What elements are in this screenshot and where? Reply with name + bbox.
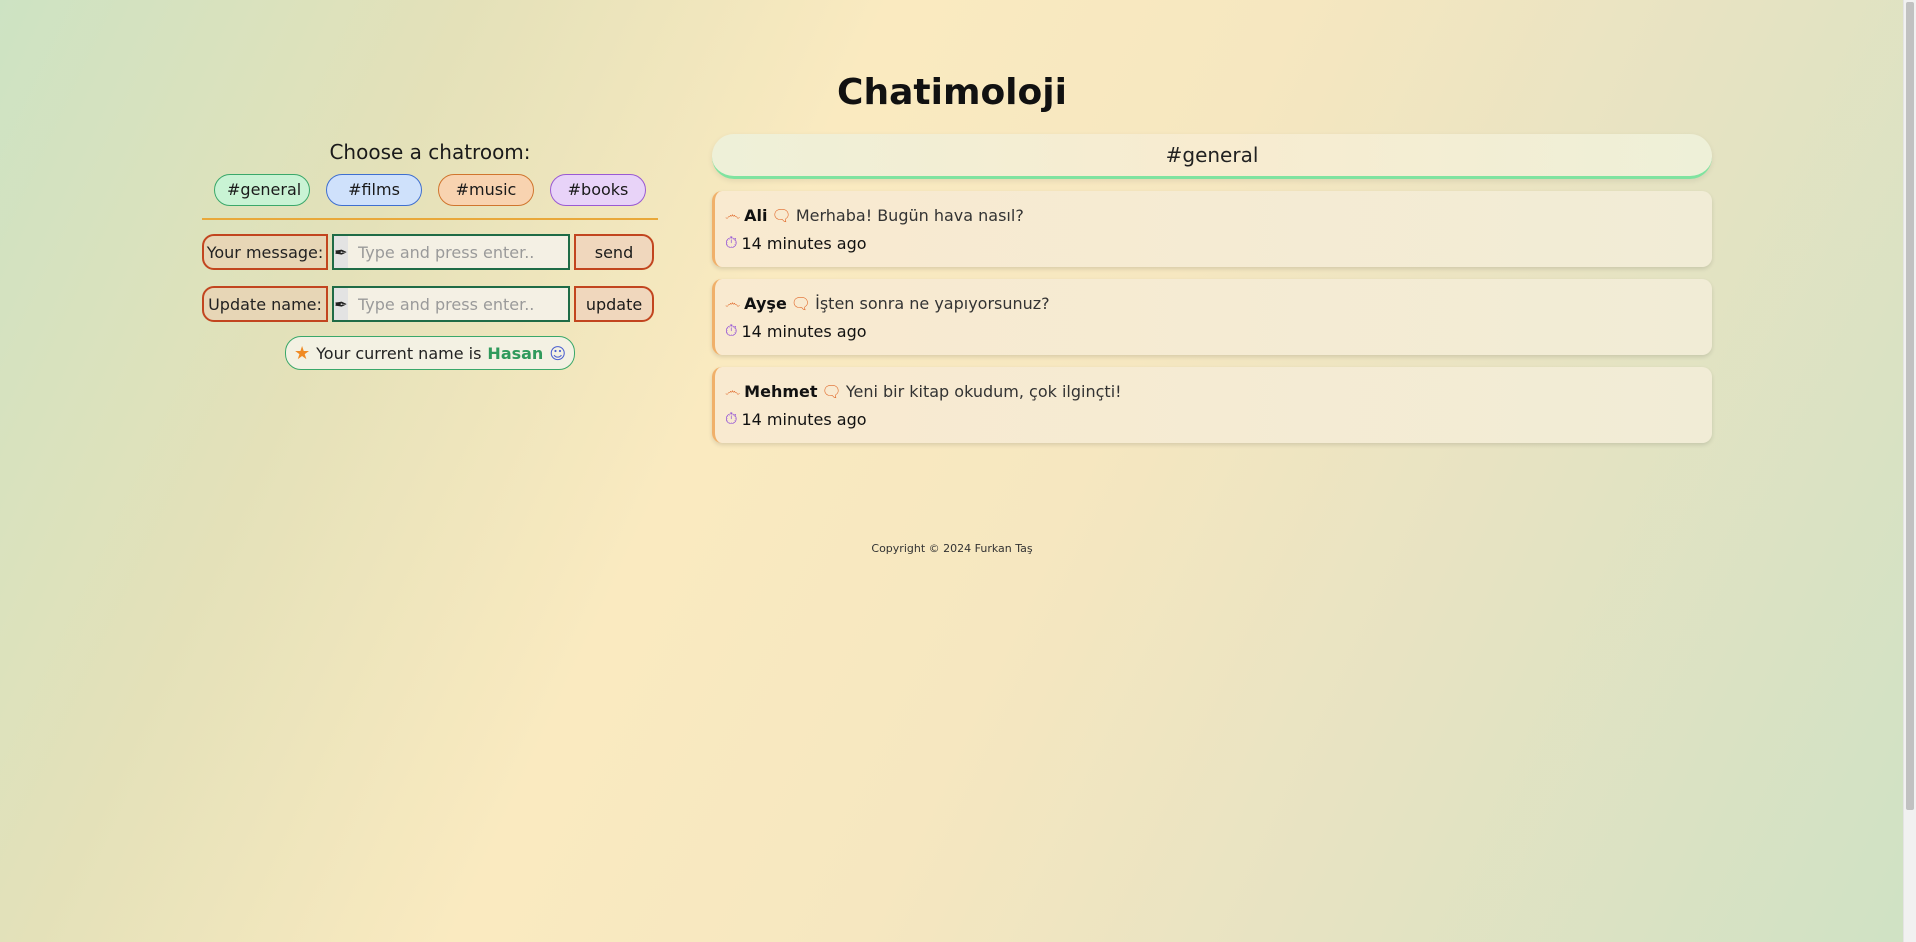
chat-bubbles-icon: 🗨	[790, 293, 812, 313]
name-input-box: ✒	[332, 286, 570, 322]
message-text: İşten sonra ne yapıyorsunuz?	[815, 293, 1050, 313]
page-scrollbar[interactable]	[1903, 0, 1916, 942]
room-button-films[interactable]: #films	[326, 174, 422, 206]
scrollbar-thumb[interactable]	[1906, 2, 1914, 810]
message-input-box: ✒	[332, 234, 570, 270]
message-user: Ayşe	[744, 293, 787, 313]
stopwatch-icon: ⏱	[725, 233, 738, 252]
stopwatch-icon: ⏱	[725, 409, 738, 428]
feather-pen-icon: ✒	[334, 288, 348, 320]
current-name-badge: ★ Your current name is Hasan ☺	[284, 336, 576, 370]
room-button-general[interactable]: #general	[214, 174, 310, 206]
chat-bubbles-icon: 🗨	[771, 205, 792, 225]
fingerprint-icon: ෴	[725, 293, 741, 312]
message-user: Ali	[744, 205, 768, 225]
fingerprint-icon: ෴	[725, 205, 741, 224]
chat-panel: #general ෴ Ali 🗨 Merhaba! Bugün hava nas…	[712, 134, 1712, 443]
send-button[interactable]: send	[574, 234, 654, 270]
message-time: 14 minutes ago	[741, 409, 867, 429]
message-text: Yeni bir kitap okudum, çok ilginçti!	[845, 381, 1122, 401]
name-input[interactable]	[348, 288, 568, 320]
stopwatch-icon: ⏱	[725, 321, 738, 340]
message-item: ෴ Ayşe 🗨 İşten sonra ne yapıyorsunuz? ⏱ …	[712, 279, 1712, 355]
smile-icon: ☺	[549, 343, 567, 363]
message-label: Your message:	[202, 234, 328, 270]
chatroom-list: #general #films #music #books	[202, 174, 658, 220]
footer-copyright: Copyright © 2024 Furkan Taş	[871, 542, 1033, 555]
message-input[interactable]	[348, 236, 568, 268]
message-form: Your message: ✒ send	[202, 234, 658, 270]
message-time: 14 minutes ago	[741, 233, 867, 253]
message-item: ෴ Mehmet 🗨 Yeni bir kitap okudum, çok il…	[712, 367, 1712, 443]
name-form: Update name: ✒ update	[202, 286, 658, 322]
current-name-prefix: Your current name is	[316, 343, 482, 363]
message-item: ෴ Ali 🗨 Merhaba! Bugün hava nasıl? ⏱ 14 …	[712, 191, 1712, 267]
choose-chatroom-label: Choose a chatroom:	[329, 140, 531, 164]
update-button[interactable]: update	[574, 286, 654, 322]
message-user: Mehmet	[744, 381, 818, 401]
fingerprint-icon: ෴	[725, 381, 741, 400]
feather-pen-icon: ✒	[334, 236, 348, 268]
chat-room-title: #general	[712, 134, 1712, 179]
app-title: Chatimoloji	[837, 72, 1067, 113]
message-text: Merhaba! Bugün hava nasıl?	[795, 205, 1024, 225]
chat-bubbles-icon: 🗨	[821, 381, 842, 401]
update-name-label: Update name:	[202, 286, 328, 322]
star-icon: ★	[293, 342, 311, 364]
current-name-value: Hasan	[487, 343, 544, 363]
message-time: 14 minutes ago	[741, 321, 867, 341]
room-button-books[interactable]: #books	[550, 174, 646, 206]
sidebar-panel: Choose a chatroom: #general #films #musi…	[202, 140, 658, 370]
room-button-music[interactable]: #music	[438, 174, 534, 206]
